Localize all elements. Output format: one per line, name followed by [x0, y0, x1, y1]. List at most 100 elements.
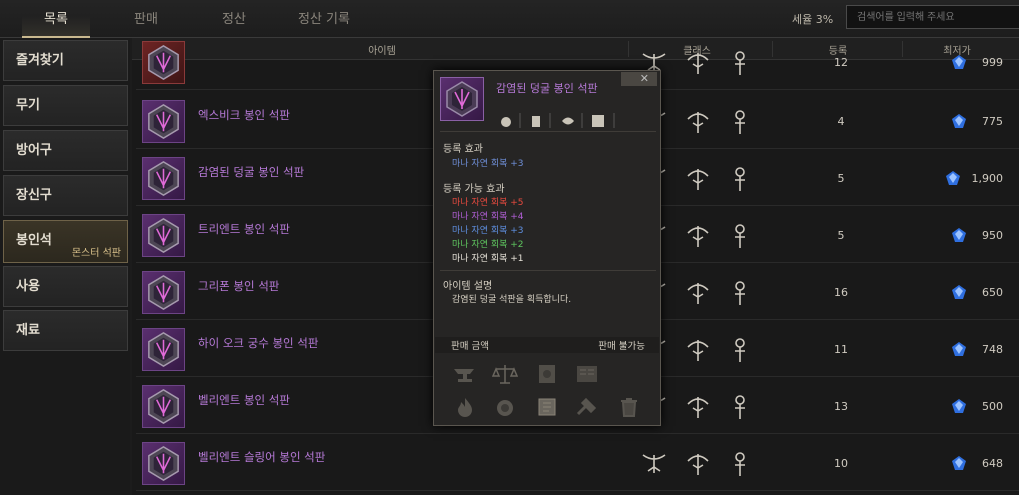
- class-ankh-icon: [730, 166, 750, 195]
- subcategory-monster-tablet[interactable]: 몬스터 석판: [72, 248, 121, 260]
- class-staff-icon: [684, 394, 712, 423]
- category-weapon[interactable]: 무기: [3, 85, 128, 126]
- sell-price-bar: 판매 금액 판매 불가능: [435, 337, 659, 353]
- possible-effect: 마나 자연 회복 +4: [452, 212, 524, 222]
- category-label: 봉인석: [16, 233, 52, 248]
- class-bow-icon: [640, 451, 668, 480]
- scroll-icon: [538, 398, 556, 416]
- table-row[interactable]: 벨리엔트 슬링어 봉인 석판 10 648: [136, 437, 1019, 491]
- item-description-title: 아이템 설명: [443, 281, 493, 292]
- registration-effect-title: 등록 효과: [443, 144, 483, 155]
- tab-settle-history[interactable]: 정산 기록: [283, 0, 365, 38]
- lowest-price: 950: [982, 229, 1003, 242]
- lowest-price: 1,900: [971, 172, 1004, 185]
- lowest-price: 650: [982, 286, 1003, 299]
- tab-settle[interactable]: 정산: [200, 0, 268, 38]
- lowest-price: 775: [982, 115, 1003, 128]
- crystal-icon: [951, 455, 967, 474]
- lowest-price: 748: [982, 343, 1003, 356]
- anvil-icon: [454, 369, 474, 382]
- lowest-price: 500: [982, 400, 1003, 413]
- lowest-price: 999: [982, 56, 1003, 69]
- item-level: 11: [834, 343, 848, 356]
- item-name: 그리폰 봉인 석판: [198, 279, 280, 293]
- item-name: 벨리엔트 슬링어 봉인 석판: [198, 450, 326, 464]
- tooltip-divider: [440, 131, 656, 132]
- class-ankh-icon: [730, 451, 750, 480]
- crystal-icon: [951, 341, 967, 360]
- class-ankh-icon: [730, 109, 750, 138]
- category-label: 재료: [16, 323, 40, 338]
- close-icon[interactable]: ✕: [621, 72, 657, 86]
- class-ankh-icon: [730, 223, 750, 252]
- item-name: 엑스비크 봉인 석판: [198, 108, 290, 122]
- item-level: 13: [834, 400, 848, 413]
- item-level: 10: [834, 457, 848, 470]
- hammer-icon: [576, 397, 597, 416]
- class-icons: [501, 113, 615, 128]
- class-staff-icon: [684, 50, 712, 79]
- trash-icon: [621, 398, 637, 417]
- class-ankh-icon: [730, 280, 750, 309]
- possible-effect: 마나 자연 회복 +3: [452, 226, 524, 236]
- item-name: 감염된 덩굴 봉인 석판: [198, 165, 305, 179]
- category-label: 즐겨찾기: [16, 53, 64, 68]
- possible-effects-title: 등록 가능 효과: [443, 184, 505, 195]
- class-staff-icon: [684, 166, 712, 195]
- category-material[interactable]: 재료: [3, 310, 128, 351]
- sealstone-icon: [142, 271, 185, 314]
- item-level: 5: [837, 172, 845, 185]
- category-favorites[interactable]: 즐겨찾기: [3, 40, 128, 81]
- category-consumable[interactable]: 사용: [3, 266, 128, 307]
- class-staff-icon: [684, 223, 712, 252]
- fire-icon: [458, 398, 472, 417]
- crystal-icon: [945, 170, 961, 189]
- item-name: 벨리엔트 봉인 석판: [198, 393, 290, 407]
- class-staff-icon: [684, 280, 712, 309]
- pouch-icon: [497, 400, 513, 416]
- item-level: 12: [834, 56, 848, 69]
- possible-effect: 마나 자연 회복 +2: [452, 240, 524, 250]
- sealstone-icon: [142, 442, 185, 485]
- tooltip-class-icons: [496, 111, 656, 132]
- sealstone-icon: [142, 214, 185, 257]
- lowest-price: 648: [982, 457, 1003, 470]
- tooltip-title: 감염된 덩굴 봉인 석판: [496, 82, 598, 95]
- category-label: 사용: [16, 279, 40, 294]
- tooltip-divider: [440, 270, 656, 271]
- item-description: 감염된 덩굴 석판을 획득합니다.: [452, 295, 572, 305]
- class-ankh-icon: [730, 337, 750, 366]
- item-level: 4: [837, 115, 845, 128]
- category-sidebar: 즐겨찾기 무기 방어구 장신구 봉인석몬스터 석판 사용 재료: [0, 38, 130, 495]
- class-ankh-icon: [730, 50, 750, 79]
- tab-list[interactable]: 목록: [22, 0, 90, 38]
- class-staff-icon: [684, 451, 712, 480]
- possible-effect: 마나 자연 회복 +5: [452, 198, 524, 208]
- item-level: 16: [834, 286, 848, 299]
- item-name: 트리엔트 봉인 석판: [198, 222, 290, 236]
- crystal-icon: [951, 284, 967, 303]
- search-input[interactable]: [846, 5, 1019, 29]
- sell-price-value: 판매 불가능: [598, 341, 645, 352]
- category-label: 방어구: [16, 143, 52, 158]
- sealstone-icon: [142, 41, 185, 84]
- crystal-icon: [951, 54, 967, 73]
- item-name: 하이 오크 궁수 봉인 석판: [198, 336, 319, 350]
- category-label: 장신구: [16, 188, 52, 203]
- item-level: 5: [837, 229, 845, 242]
- class-staff-icon: [684, 337, 712, 366]
- sealstone-icon: [142, 100, 185, 143]
- crystal-icon: [951, 113, 967, 132]
- class-ankh-icon: [730, 394, 750, 423]
- category-sealstone[interactable]: 봉인석몬스터 석판: [3, 220, 128, 263]
- category-accessory[interactable]: 장신구: [3, 175, 128, 216]
- registration-effect-value: 마나 자연 회복 +3: [452, 159, 524, 169]
- book-icon: [539, 365, 555, 383]
- category-label: 무기: [16, 98, 40, 113]
- sealstone-icon: [142, 328, 185, 371]
- category-armor[interactable]: 방어구: [3, 130, 128, 171]
- class-staff-icon: [684, 109, 712, 138]
- tab-sell[interactable]: 판매: [112, 0, 180, 38]
- item-tooltip: 감염된 덩굴 봉인 석판 ✕ 등록 효과 마나 자연 회복 +3 등록 가능 효…: [433, 70, 661, 426]
- possible-effect: 마나 자연 회복 +1: [452, 254, 524, 264]
